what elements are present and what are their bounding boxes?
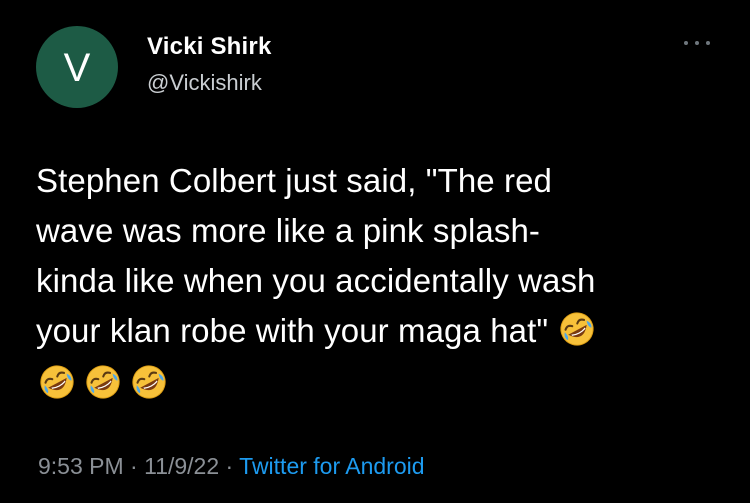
avatar-letter: V [63,46,91,90]
author-handle[interactable]: @Vickishirk [147,70,262,96]
tweet-line: wave was more like a pink splash- [36,212,541,249]
tweet-line-last: your klan robe with your maga hat" [36,306,716,356]
author-display-name[interactable]: Vicki Shirk [147,33,272,61]
tweet-line: Stephen Colbert just said, "The red [36,162,552,199]
rolling-laughing-emoji-icon [38,363,76,401]
tweet-time[interactable]: 9:53 PM [38,453,124,479]
rolling-laughing-emoji-icon [130,363,168,401]
emoji-row [38,363,172,401]
tweet-meta: 9:53 PM · 11/9/22 · Twitter for Android [38,453,425,480]
rolling-laughing-emoji-icon [558,310,596,348]
tweet-text: Stephen Colbert just said, "The red wave… [36,156,716,356]
dot [684,41,688,45]
dot [695,41,699,45]
meta-separator: · [123,453,145,479]
tweet-source-link[interactable]: Twitter for Android [239,453,424,479]
meta-separator: · [219,453,240,479]
more-options-icon[interactable] [684,38,710,48]
dot [706,41,710,45]
avatar[interactable]: V [36,26,118,108]
tweet-date[interactable]: 11/9/22 [144,453,219,479]
rolling-laughing-emoji-icon [84,363,122,401]
tweet-line: kinda like when you accidentally wash [36,262,596,299]
tweet-card: V Vicki Shirk @Vickishirk Stephen Colber… [0,0,750,503]
tweet-line-text: your klan robe with your maga hat" [36,312,549,349]
